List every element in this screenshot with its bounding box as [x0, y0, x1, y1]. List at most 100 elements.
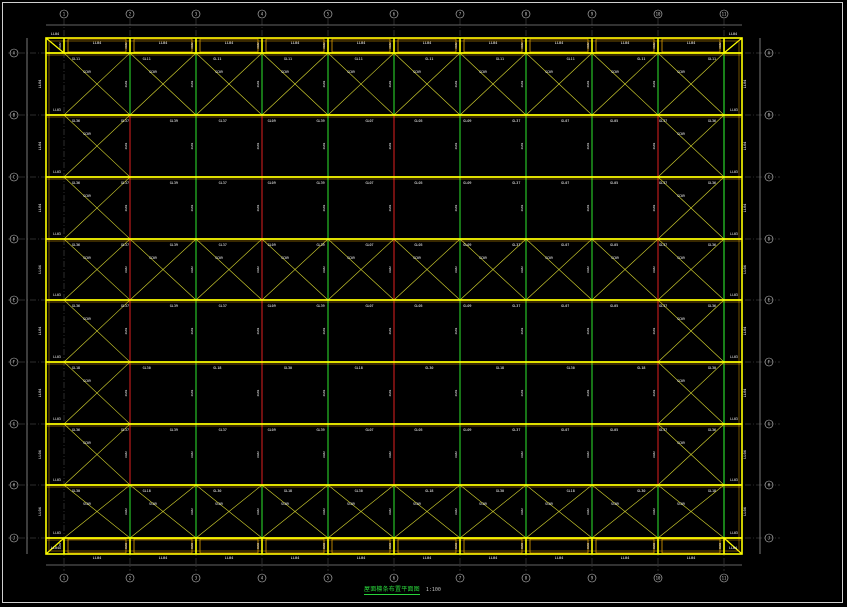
- purlin-label: GL18: [284, 489, 292, 493]
- right-side-label: LL04: [743, 450, 747, 459]
- purlin-label: GL37: [659, 181, 667, 185]
- eave-post-label: XG02: [256, 542, 260, 549]
- col-axis-label: 7: [459, 11, 462, 16]
- brace-label: SC09: [149, 256, 157, 260]
- eave-label-bottom: LL04: [489, 556, 498, 560]
- purlin-label: GL37: [512, 428, 520, 432]
- eave-label-top: LL04: [687, 41, 696, 45]
- brace-label: SC09: [677, 194, 685, 198]
- purlin-label: GL36: [72, 181, 80, 185]
- brace-label: SC09: [83, 194, 91, 198]
- eave-label-bottom: LL04: [687, 556, 696, 560]
- eave-post-label: XG02: [388, 542, 392, 549]
- row-axis-label: B: [13, 112, 16, 117]
- purlin-label: GL09: [463, 181, 471, 185]
- brace-label: SC09: [347, 70, 355, 74]
- purlin-label: GL37: [659, 304, 667, 308]
- brace-label: SC09: [677, 502, 685, 506]
- purlin-label: GL11: [72, 57, 80, 61]
- purlin-label: GL36: [72, 243, 80, 247]
- col-axis-label: 3: [195, 11, 198, 16]
- purlin-label: GL37: [121, 119, 129, 123]
- purlin-label: GL11: [355, 57, 363, 61]
- tie-label: XG02: [520, 142, 524, 149]
- purlin-label: GL07: [561, 119, 569, 123]
- tie-label: XG02: [652, 80, 656, 87]
- purlin-label: GL18: [708, 489, 716, 493]
- col-axis-label: 5: [327, 11, 330, 16]
- eave-post-label: XG02: [388, 42, 392, 49]
- left-side-label: LL04: [38, 327, 42, 336]
- tie-label: XG02: [586, 389, 590, 396]
- corner-brace: [723, 37, 743, 54]
- purlin-label: GL36: [708, 119, 716, 123]
- tie-label: XG02: [454, 266, 458, 273]
- col-axis-label: 3: [195, 575, 198, 580]
- purlin-label: GL09: [268, 243, 276, 247]
- tie-label: XG02: [190, 508, 194, 515]
- tie-label: XG02: [322, 389, 326, 396]
- col-axis-label: 7: [459, 575, 462, 580]
- col-axis-label: 1: [63, 11, 66, 16]
- brace-label: SC09: [611, 256, 619, 260]
- purlin-label: GL39: [317, 181, 325, 185]
- tie-label: XG02: [256, 142, 260, 149]
- purlin-label: GL18: [72, 366, 80, 370]
- brace-label: SC09: [677, 441, 685, 445]
- row-axis-label: A: [13, 50, 16, 55]
- tie-label: XG02: [124, 80, 128, 87]
- brace-label: SC09: [677, 317, 685, 321]
- eave-post-label: XG02: [520, 542, 524, 549]
- drawing-canvas[interactable]: 11223344556677889910101111A AB BC CD DE EF FG G…: [0, 0, 847, 607]
- purlin-label: GL05: [414, 243, 422, 247]
- eave-label-top: LL04: [621, 41, 630, 45]
- col-axis-label: 9: [591, 11, 594, 16]
- brace-label: SC09: [83, 256, 91, 260]
- brace-label: SC09: [677, 70, 685, 74]
- eave-label-top: LL04: [291, 41, 300, 45]
- eave-label-top: LL04: [93, 41, 102, 45]
- purlin-label: GL11: [567, 57, 575, 61]
- brace-label: SC09: [413, 70, 421, 74]
- purlin-label: GL18: [567, 489, 575, 493]
- purlin-label: GL39: [317, 428, 325, 432]
- purlin-label: GL37: [121, 181, 129, 185]
- purlin-label: GL37: [512, 243, 520, 247]
- purlin-label: GL07: [365, 304, 373, 308]
- brace-label: SC09: [149, 70, 157, 74]
- eave-post-label: XG02: [190, 42, 194, 49]
- tie-label: XG02: [124, 266, 128, 273]
- purlin-label: GL39: [317, 304, 325, 308]
- tie-label: XG02: [256, 327, 260, 334]
- left-side-label: LL04: [38, 142, 42, 151]
- col-axis-label: 6: [393, 11, 396, 16]
- tie-label: XG02: [388, 451, 392, 458]
- tie-label: XG02: [190, 204, 194, 211]
- purlin-label: GL37: [219, 181, 227, 185]
- brace-label: SC09: [281, 70, 289, 74]
- drawing-scale: 1:100: [425, 586, 441, 593]
- col-axis-label: 11: [722, 11, 727, 16]
- purlin-label: GL05: [414, 428, 422, 432]
- purlin-label: GL37: [219, 119, 227, 123]
- tie-label: XG02: [322, 327, 326, 334]
- drawing-title: 屋面檩条布置平面图: [364, 586, 420, 595]
- left-tie-label: LL03: [53, 108, 61, 112]
- brace-label: SC09: [611, 70, 619, 74]
- left-tie-label: LL03: [53, 531, 61, 535]
- purlin-label: GL30: [284, 366, 292, 370]
- brace-label: SC09: [545, 502, 553, 506]
- eave-post-label: XG02: [322, 542, 326, 549]
- eave-label-bottom: LL04: [225, 556, 234, 560]
- tie-label: XG02: [256, 389, 260, 396]
- brace-label: SC09: [479, 502, 487, 506]
- row-axis-label: H: [13, 482, 16, 487]
- title-block: 屋面檩条布置平面图 1:100: [364, 584, 441, 595]
- tie-label: XG02: [520, 204, 524, 211]
- left-side-label: LL04: [38, 265, 42, 274]
- right-side-label: LL04: [743, 389, 747, 398]
- corner-label: LL04: [729, 546, 737, 550]
- purlin-label: GL36: [708, 428, 716, 432]
- tie-label: XG02: [520, 389, 524, 396]
- purlin-label: GL05: [610, 304, 618, 308]
